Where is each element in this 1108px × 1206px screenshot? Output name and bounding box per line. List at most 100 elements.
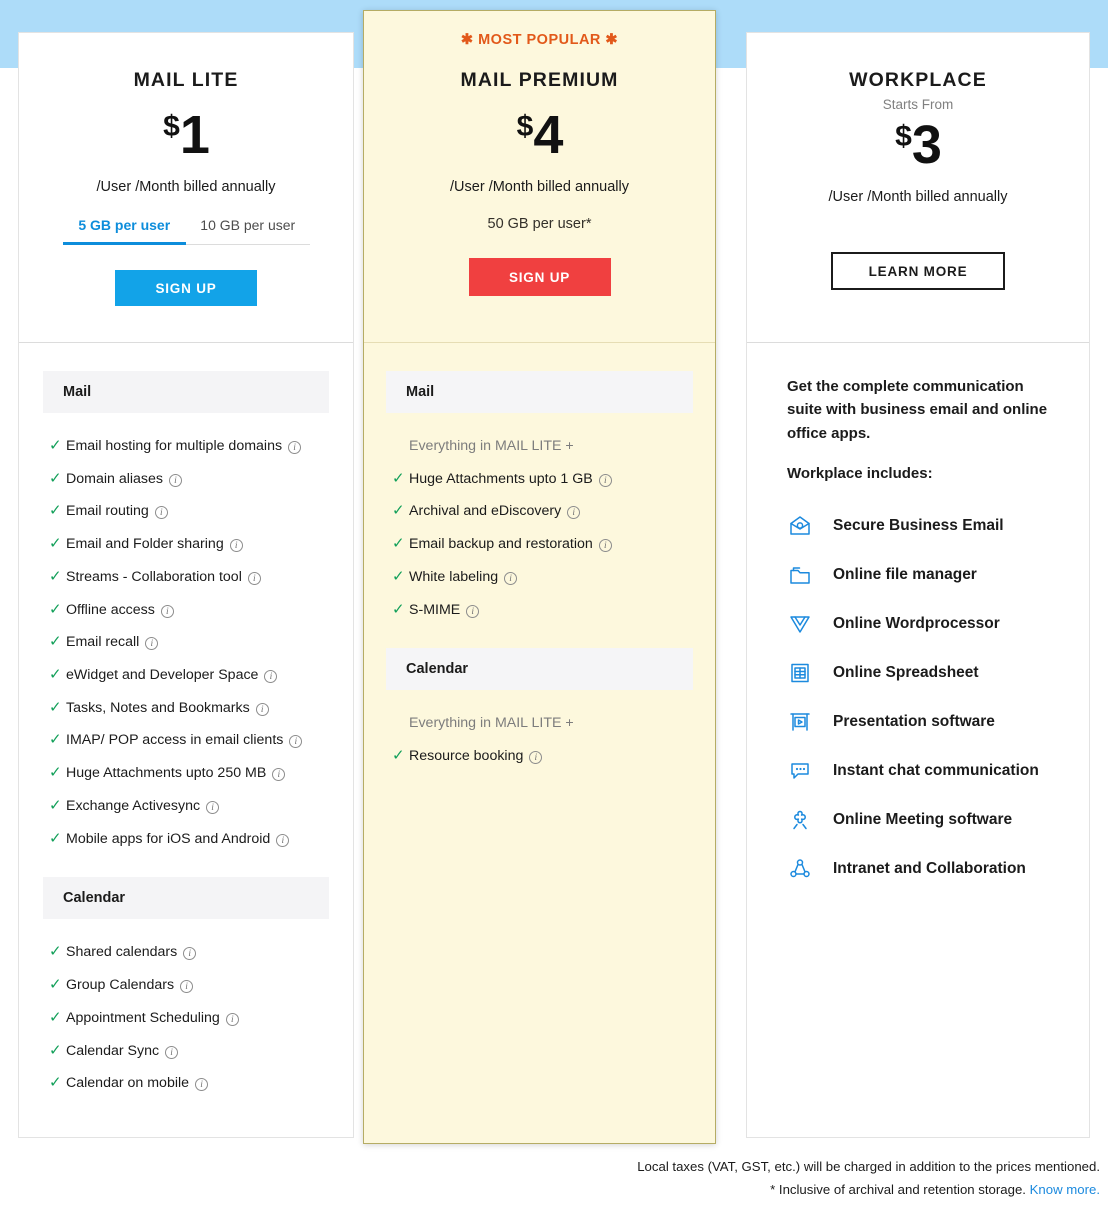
feature-label: Everything in MAIL LITE +: [409, 715, 574, 732]
check-icon: ✓: [392, 600, 405, 618]
info-icon[interactable]: i: [206, 800, 220, 814]
feature-item: ✓ Appointment Scheduling i: [19, 1002, 353, 1035]
feature-label: Domain aliases: [66, 470, 163, 487]
check-icon: ✓: [49, 469, 62, 487]
info-icon[interactable]: i: [169, 473, 182, 487]
check-icon: ✓: [49, 764, 62, 782]
feature-item: ✓ Domain aliases i: [19, 463, 353, 496]
check-icon: ✓: [392, 535, 405, 553]
info-icon[interactable]: i: [145, 637, 159, 651]
plan-title: MAIL LITE: [133, 69, 239, 91]
footer-line-taxes: Local taxes (VAT, GST, etc.) will be cha…: [637, 1159, 1100, 1174]
feature-item: ✓ eWidget and Developer Space i: [19, 659, 353, 692]
feature-label: Tasks, Notes and Bookmarks: [66, 699, 250, 716]
info-icon[interactable]: i: [288, 441, 302, 454]
section-header: Calendar: [386, 648, 693, 691]
storage-tab-10gb[interactable]: 10 GB per user: [186, 217, 310, 245]
info-icon[interactable]: i: [225, 1012, 239, 1026]
chat-icon: [787, 758, 813, 784]
plan-title: WORKPLACE: [849, 69, 987, 91]
check-icon: ✓: [392, 747, 405, 765]
info-icon[interactable]: i: [264, 670, 278, 684]
info-icon[interactable]: i: [504, 571, 518, 585]
plan-header-workplace: WORKPLACE Starts From $ 3 /User /Month b…: [747, 33, 1089, 343]
signup-button-premium[interactable]: SIGN UP: [468, 258, 611, 296]
storage-tab-5gb[interactable]: 5 GB per user: [62, 217, 186, 245]
feature-label: Huge Attachments upto 1 GB: [409, 470, 593, 487]
info-icon[interactable]: i: [289, 735, 303, 749]
workplace-lead-text: Get the complete communication suite wit…: [787, 378, 1048, 442]
plan-card-mail-lite: MAIL LITE $ 1 /User /Month billed annual…: [18, 32, 354, 1138]
feature-item: ✓ White labeling i: [364, 561, 715, 594]
check-icon: ✓: [49, 698, 62, 716]
check-icon: ✓: [49, 535, 62, 553]
info-icon[interactable]: i: [195, 1078, 209, 1092]
info-icon[interactable]: i: [229, 539, 243, 553]
workplace-app-item: Instant chat communication: [787, 747, 1059, 796]
check-icon: ✓: [49, 502, 62, 520]
check-icon: ✓: [49, 976, 62, 994]
feature-item: ✓ Archival and eDiscovery i: [364, 495, 715, 528]
currency-symbol: $: [516, 110, 534, 143]
price-amount: 4: [533, 105, 563, 165]
info-icon[interactable]: i: [466, 604, 480, 618]
check-icon: ✓: [392, 567, 405, 585]
feature-label: Mobile apps for iOS and Android: [66, 830, 271, 847]
billing-note: /User /Month billed annually: [450, 179, 629, 195]
info-icon[interactable]: i: [165, 1045, 179, 1059]
section-header: Mail: [386, 371, 693, 413]
feature-label: Email recall: [66, 634, 140, 651]
info-icon[interactable]: i: [154, 506, 168, 520]
feature-label: Email hosting for multiple domains: [66, 438, 283, 454]
workplace-app-item: Online Spreadsheet: [787, 649, 1059, 698]
info-icon[interactable]: i: [255, 702, 269, 716]
presentation-icon: [787, 709, 813, 735]
feature-items: ✓ Email hosting for multiple domains i ✓ Dom…: [19, 413, 353, 865]
feature-item: ✓ IMAP/ POP access in email clients i: [19, 724, 353, 757]
check-icon: ✓: [49, 437, 62, 454]
workplace-app-item: Presentation software: [787, 698, 1059, 747]
signup-button-lite[interactable]: SIGN UP: [115, 270, 257, 306]
spreadsheet-icon: [787, 660, 813, 686]
info-icon[interactable]: i: [276, 833, 290, 847]
billing-note: /User /Month billed annually: [96, 179, 276, 195]
info-icon[interactable]: i: [180, 980, 194, 994]
feature-label: Exchange Activesync: [66, 797, 201, 814]
check-icon: ✓: [49, 666, 62, 684]
workplace-app-label: Online Meeting software: [833, 811, 1013, 829]
feature-list-mail-lite: Mail ✓ Email hosting for multiple domains i…: [19, 343, 353, 1110]
feature-items: ✓Everything in MAIL LITE +✓Huge Attachme…: [364, 413, 715, 636]
workplace-app-item: Secure Business Email: [787, 502, 1059, 551]
feature-item: ✓Everything in MAIL LITE +: [364, 707, 715, 740]
learn-more-button[interactable]: LEARN MORE: [831, 252, 1005, 290]
storage-note: 50 GB per user*: [487, 216, 592, 232]
check-icon: ✓: [49, 600, 62, 618]
feature-item: ✓ Shared calendars i: [19, 936, 353, 969]
workplace-app-label: Online Spreadsheet: [833, 664, 979, 682]
info-icon[interactable]: i: [272, 768, 286, 782]
info-icon[interactable]: i: [567, 506, 581, 520]
know-more-link[interactable]: Know more.: [1030, 1182, 1100, 1197]
info-icon[interactable]: i: [247, 571, 261, 585]
feature-item: ✓ Mobile apps for iOS and Android i: [19, 823, 353, 856]
check-icon: ✓: [49, 567, 62, 585]
check-icon: ✓: [49, 731, 62, 749]
check-icon: ✓: [49, 943, 62, 961]
feature-label: Appointment Scheduling: [66, 1009, 220, 1026]
workplace-app-label: Secure Business Email: [833, 517, 1004, 535]
feature-label: White labeling: [409, 568, 499, 585]
info-icon[interactable]: i: [160, 604, 174, 618]
info-icon[interactable]: i: [529, 751, 543, 765]
feature-item: ✓ Email routing i: [19, 495, 353, 528]
info-icon[interactable]: i: [598, 473, 612, 487]
check-icon: ✓: [49, 1074, 62, 1092]
footer-notes: Local taxes (VAT, GST, etc.) will be cha…: [8, 1155, 1100, 1201]
feature-label: Shared calendars: [66, 944, 178, 961]
info-icon[interactable]: i: [183, 947, 197, 961]
feature-label: Streams - Collaboration tool: [66, 568, 242, 585]
feature-item: ✓ Tasks, Notes and Bookmarks i: [19, 692, 353, 725]
price-amount: 3: [911, 115, 942, 175]
info-icon[interactable]: i: [598, 539, 612, 553]
